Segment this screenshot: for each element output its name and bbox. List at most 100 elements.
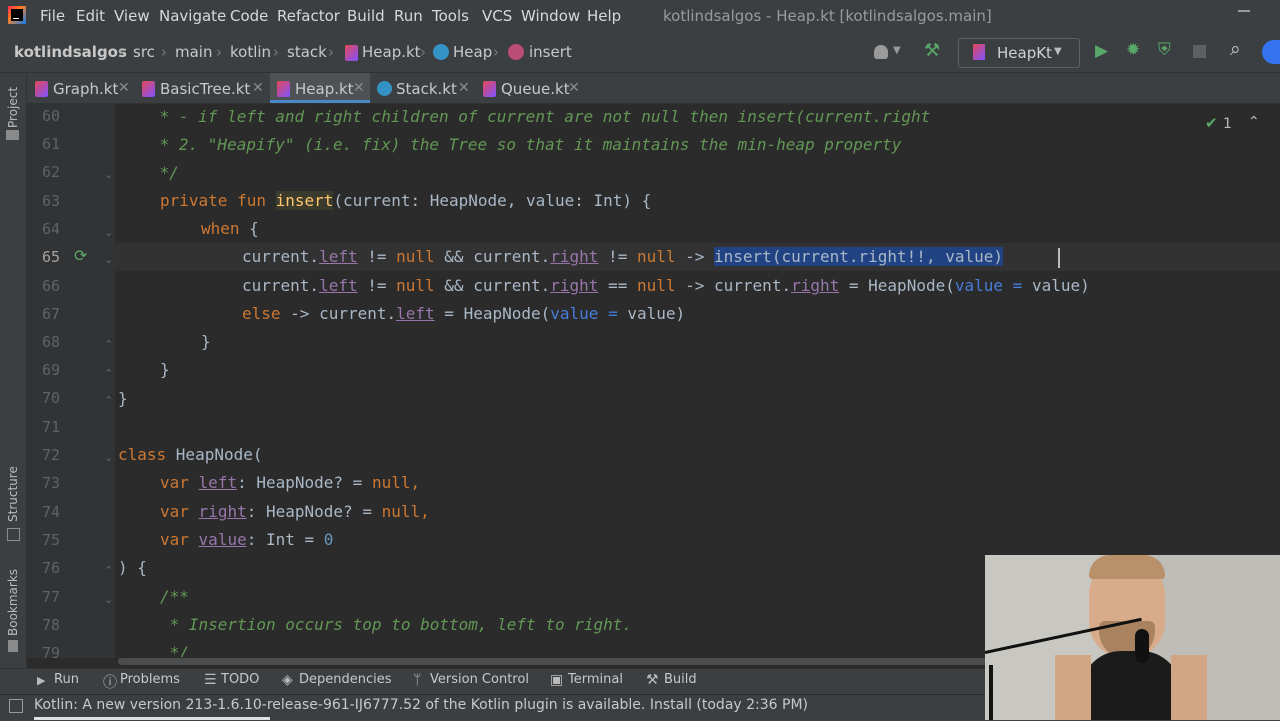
- tool-version-control[interactable]: Version Control: [430, 672, 529, 687]
- code-line[interactable]: }: [160, 360, 170, 379]
- tab-heap[interactable]: Heap.kt: [295, 80, 354, 98]
- keyword: else: [242, 304, 281, 323]
- code-line[interactable]: * - if left and right children of curren…: [150, 107, 931, 126]
- menu-code[interactable]: Code: [230, 7, 268, 25]
- minimize-icon[interactable]: [1238, 10, 1250, 12]
- code-line[interactable]: */: [150, 163, 179, 182]
- line-number: 77: [41, 588, 60, 606]
- breadcrumb-method[interactable]: insert: [529, 43, 572, 61]
- breadcrumb-project[interactable]: kotlindsalgos: [14, 43, 127, 61]
- stop-icon[interactable]: [1193, 45, 1206, 58]
- menu-file[interactable]: File: [40, 7, 65, 25]
- breadcrumb-kotlin[interactable]: kotlin: [230, 43, 271, 61]
- chevron-down-icon[interactable]: ▼: [893, 45, 901, 56]
- run-icon[interactable]: ▶: [1095, 41, 1108, 61]
- inspection-count[interactable]: 1: [1223, 116, 1232, 132]
- coverage-icon[interactable]: ⛨: [1158, 40, 1171, 60]
- code-line[interactable]: ) {: [118, 558, 147, 577]
- menu-build[interactable]: Build: [347, 7, 385, 25]
- code-line[interactable]: var left: HeapNode? = null,: [160, 473, 420, 492]
- search-icon[interactable]: ⌕: [1230, 38, 1241, 60]
- code-line[interactable]: var value: Int = 0: [160, 530, 333, 549]
- breadcrumb-src[interactable]: src: [133, 43, 155, 61]
- fold-marker-icon[interactable]: ⌃: [104, 564, 113, 577]
- code-line[interactable]: else -> current.left = HeapNode(value = …: [242, 304, 685, 323]
- fold-marker-icon[interactable]: ⌄: [104, 593, 113, 606]
- fold-marker-icon[interactable]: ⌄: [104, 168, 113, 181]
- menu-navigate[interactable]: Navigate: [159, 7, 226, 25]
- tab-graph[interactable]: Graph.kt: [53, 80, 118, 98]
- recursive-call-icon[interactable]: ⟳: [74, 246, 87, 265]
- fold-marker-icon[interactable]: ⌃: [104, 394, 113, 407]
- code-line[interactable]: when {: [201, 219, 259, 238]
- tool-dependencies[interactable]: Dependencies: [299, 672, 392, 687]
- tool-build[interactable]: Build: [664, 672, 697, 687]
- tab-basictree[interactable]: BasicTree.kt: [160, 80, 250, 98]
- menu-view[interactable]: View: [114, 7, 150, 25]
- close-icon[interactable]: ✕: [458, 80, 470, 96]
- code-line[interactable]: current.left != null && current.right ==…: [242, 276, 1090, 295]
- selected-text[interactable]: insert(current.right!!, value): [714, 247, 1003, 266]
- build-icon: ⚒: [646, 672, 659, 688]
- tab-queue[interactable]: Queue.kt: [501, 80, 570, 98]
- code-line[interactable]: * 2. "Heapify" (i.e. fix) the Tree so th…: [150, 135, 902, 154]
- menu-window[interactable]: Window: [521, 7, 580, 25]
- breadcrumb-main[interactable]: main: [175, 43, 212, 61]
- breadcrumb-stack[interactable]: stack: [287, 43, 327, 61]
- code-line[interactable]: }: [118, 389, 128, 408]
- code-line[interactable]: private fun insert(current: HeapNode, va…: [160, 191, 651, 210]
- user-icon[interactable]: [874, 45, 888, 59]
- menu-run[interactable]: Run: [394, 7, 423, 25]
- tool-run[interactable]: Run: [54, 672, 79, 687]
- menu-vcs[interactable]: VCS: [482, 7, 512, 25]
- fold-marker-icon[interactable]: ⌄: [104, 226, 113, 239]
- code-text: : HeapNode? =: [246, 502, 382, 521]
- bookmark-icon: [8, 640, 18, 652]
- chevron-up-icon[interactable]: ⌃: [1248, 114, 1260, 130]
- sidebar-project-tab[interactable]: Project: [6, 87, 20, 128]
- run-config-selector[interactable]: HeapKt ▼: [958, 38, 1080, 68]
- property: left: [396, 304, 435, 323]
- close-icon[interactable]: ✕: [568, 80, 580, 96]
- fold-marker-icon[interactable]: ⌃: [104, 338, 113, 351]
- jetbrains-logo-icon[interactable]: [1262, 40, 1280, 64]
- line-number: 79: [41, 644, 60, 662]
- sidebar-bookmarks-tab[interactable]: Bookmarks: [6, 569, 20, 636]
- tool-problems[interactable]: Problems: [120, 672, 180, 687]
- line-number: 72: [41, 446, 60, 464]
- inspection-check-icon[interactable]: ✔: [1205, 114, 1218, 132]
- hammer-icon[interactable]: ⚒: [924, 40, 940, 61]
- property: right: [550, 247, 599, 266]
- breadcrumb-class[interactable]: Heap: [453, 43, 492, 61]
- run-config-label: HeapKt: [997, 44, 1052, 62]
- window-title: kotlindsalgos - Heap.kt [kotlindsalgos.m…: [663, 7, 992, 25]
- close-icon[interactable]: ✕: [118, 80, 130, 96]
- breadcrumb-file[interactable]: Heap.kt: [362, 43, 421, 61]
- code-line[interactable]: */: [160, 643, 189, 657]
- tool-windows-toggle-icon[interactable]: [9, 699, 23, 713]
- menu-help[interactable]: Help: [587, 7, 621, 25]
- status-message[interactable]: Kotlin: A new version 213-1.6.10-release…: [34, 697, 808, 713]
- code-line[interactable]: current.left != null && current.right !=…: [242, 247, 1003, 266]
- fold-marker-icon[interactable]: ⌃: [104, 367, 113, 380]
- code-line[interactable]: }: [201, 332, 211, 351]
- code-line[interactable]: class HeapNode(: [118, 445, 263, 464]
- fold-marker-icon[interactable]: ⌄: [104, 451, 113, 464]
- debug-icon[interactable]: ✹: [1126, 40, 1140, 60]
- menu-refactor[interactable]: Refactor: [277, 7, 340, 25]
- code-line[interactable]: * Insertion occurs top to bottom, left t…: [160, 615, 632, 634]
- menu-tools[interactable]: Tools: [432, 7, 469, 25]
- tool-terminal[interactable]: Terminal: [568, 672, 623, 687]
- code-line[interactable]: /**: [160, 587, 189, 606]
- tab-stack[interactable]: Stack.kt: [396, 80, 457, 98]
- horizontal-scrollbar[interactable]: [118, 658, 988, 665]
- fold-marker-icon[interactable]: ⌄: [104, 253, 113, 266]
- code-line[interactable]: var right: HeapNode? = null,: [160, 502, 430, 521]
- line-number: 61: [41, 135, 60, 153]
- breadcrumb-separator-icon: ›: [273, 43, 279, 61]
- close-icon[interactable]: ✕: [353, 80, 365, 96]
- close-icon[interactable]: ✕: [252, 80, 264, 96]
- sidebar-structure-tab[interactable]: Structure: [6, 466, 20, 522]
- tool-todo[interactable]: TODO: [221, 672, 259, 687]
- menu-edit[interactable]: Edit: [76, 7, 105, 25]
